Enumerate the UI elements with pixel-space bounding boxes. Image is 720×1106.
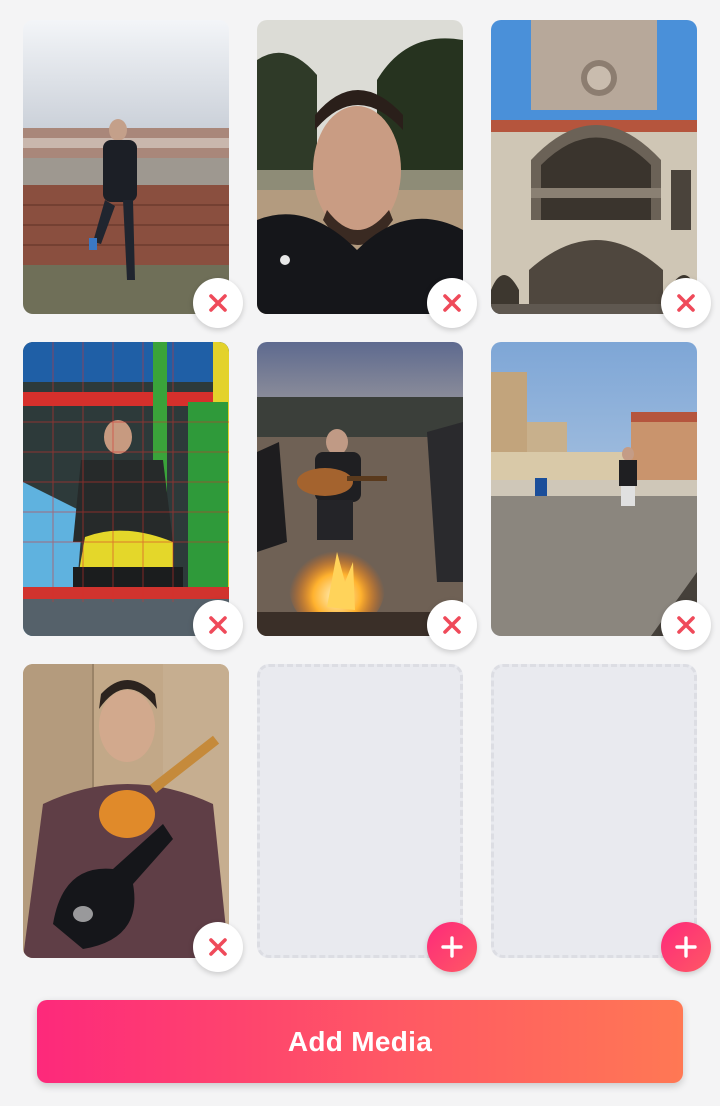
media-slot-9[interactable] [491, 664, 711, 972]
photo-man-on-city-wall[interactable] [23, 20, 229, 314]
media-slot-4[interactable] [23, 342, 243, 650]
remove-photo-button[interactable] [193, 922, 243, 972]
media-slot-8[interactable] [257, 664, 477, 972]
close-icon [209, 294, 227, 312]
close-icon [443, 294, 461, 312]
remove-photo-button[interactable] [661, 600, 711, 650]
photo-man-in-plaza[interactable] [491, 342, 697, 636]
remove-photo-button[interactable] [193, 600, 243, 650]
media-slot-6[interactable] [491, 342, 711, 650]
photo-man-in-playground-net[interactable] [23, 342, 229, 636]
remove-photo-button[interactable] [427, 278, 477, 328]
photo-campfire-guitar-night[interactable] [257, 342, 463, 636]
media-grid [23, 20, 711, 972]
remove-photo-button[interactable] [661, 278, 711, 328]
plus-icon [675, 936, 697, 958]
close-icon [677, 616, 695, 634]
media-slot-5[interactable] [257, 342, 477, 650]
plus-icon [441, 936, 463, 958]
close-icon [677, 294, 695, 312]
close-icon [209, 938, 227, 956]
photo-stone-building-arches[interactable] [491, 20, 697, 314]
media-slot-2[interactable] [257, 20, 477, 328]
media-slot-3[interactable] [491, 20, 711, 328]
add-media-button[interactable]: Add Media [37, 1000, 683, 1083]
empty-media-slot[interactable] [491, 664, 697, 958]
remove-photo-button[interactable] [193, 278, 243, 328]
close-icon [209, 616, 227, 634]
remove-photo-button[interactable] [427, 600, 477, 650]
add-photo-button[interactable] [661, 922, 711, 972]
close-icon [443, 616, 461, 634]
media-slot-7[interactable] [23, 664, 243, 972]
media-slot-1[interactable] [23, 20, 243, 328]
photo-selfie-man-outdoors[interactable] [257, 20, 463, 314]
add-photo-button[interactable] [427, 922, 477, 972]
empty-media-slot[interactable] [257, 664, 463, 958]
photo-man-with-guitar[interactable] [23, 664, 229, 958]
